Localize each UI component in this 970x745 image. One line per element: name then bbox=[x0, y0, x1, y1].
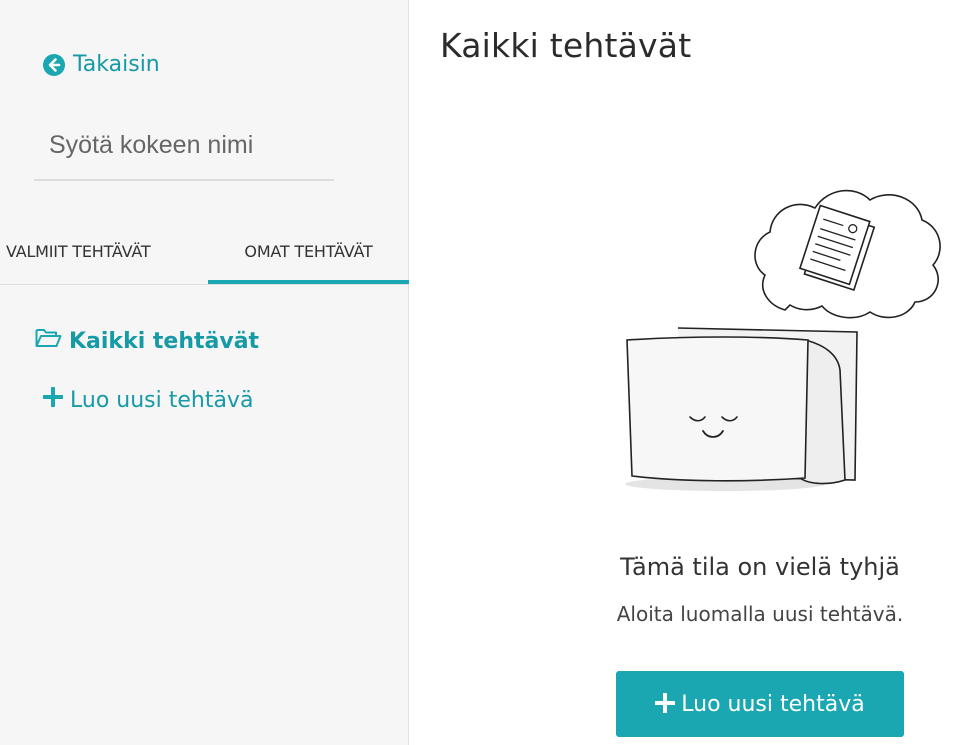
nav-all-tasks-label: Kaikki tehtävät bbox=[69, 328, 260, 354]
empty-state-illustration bbox=[600, 140, 950, 500]
nav-new-task-label: Luo uusi tehtävä bbox=[70, 387, 254, 413]
arrow-circle-left-icon bbox=[43, 53, 65, 76]
tab-own-tasks[interactable]: OMAT TEHTÄVÄT bbox=[208, 218, 409, 285]
nav-new-task[interactable]: Luo uusi tehtävä bbox=[42, 386, 254, 413]
back-label: Takaisin bbox=[73, 52, 160, 77]
back-link[interactable]: Takaisin bbox=[43, 52, 160, 77]
task-tabs: VALMIIT TEHTÄVÄT OMAT TEHTÄVÄT bbox=[0, 218, 409, 285]
nav-all-tasks[interactable]: Kaikki tehtävät bbox=[35, 328, 259, 354]
create-task-button-label: Luo uusi tehtävä bbox=[681, 691, 865, 717]
tab-ready-tasks[interactable]: VALMIIT TEHTÄVÄT bbox=[0, 218, 204, 285]
plus-icon bbox=[654, 690, 677, 718]
create-task-button[interactable]: Luo uusi tehtävä bbox=[616, 671, 904, 737]
empty-state-title: Tämä tila on vielä tyhjä bbox=[620, 553, 900, 581]
plus-icon bbox=[42, 386, 64, 413]
active-tab-indicator bbox=[208, 280, 409, 284]
folder-open-icon bbox=[35, 328, 62, 354]
exam-name-input[interactable] bbox=[34, 112, 334, 181]
empty-state-text: Aloita luomalla uusi tehtävä. bbox=[616, 602, 904, 626]
sidebar: Takaisin VALMIIT TEHTÄVÄT OMAT TEHTÄVÄT … bbox=[0, 0, 409, 745]
page-title: Kaikki tehtävät bbox=[440, 26, 692, 65]
